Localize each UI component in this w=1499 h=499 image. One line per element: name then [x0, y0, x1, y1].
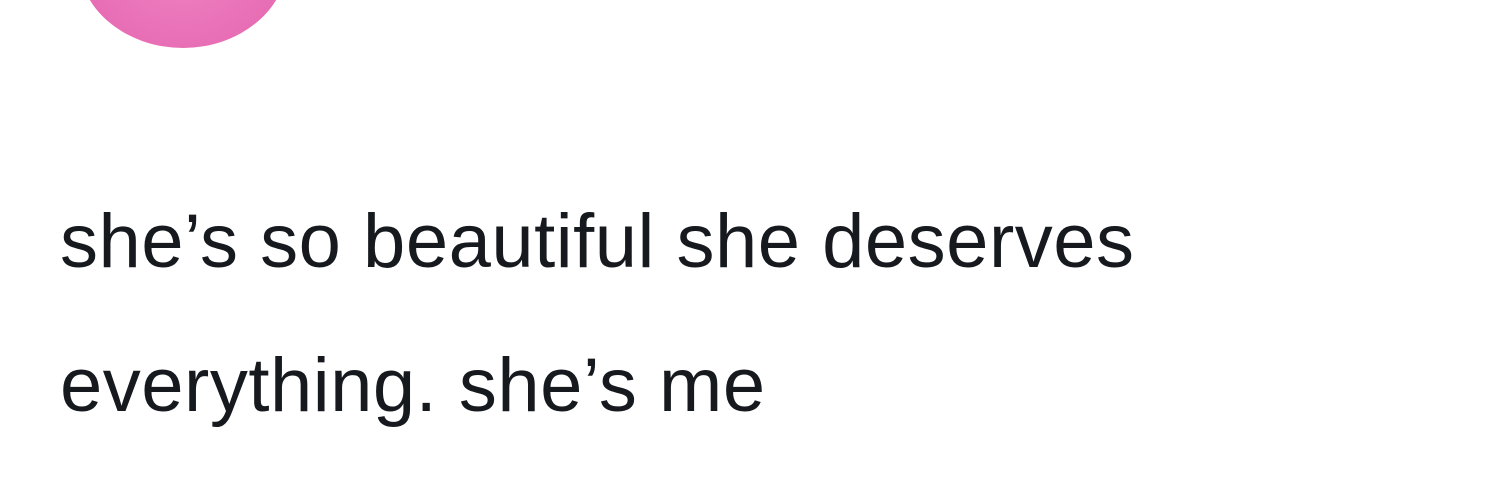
tweet-text-line-2: everything. she’s me: [60, 343, 766, 428]
tweet-text: she’s so beautiful she deserves everythi…: [60, 170, 1480, 458]
tweet-card: she’s so beautiful she deserves everythi…: [0, 0, 1499, 499]
tweet-text-line-1: she’s so beautiful she deserves: [60, 199, 1135, 284]
avatar[interactable]: [78, 0, 288, 48]
